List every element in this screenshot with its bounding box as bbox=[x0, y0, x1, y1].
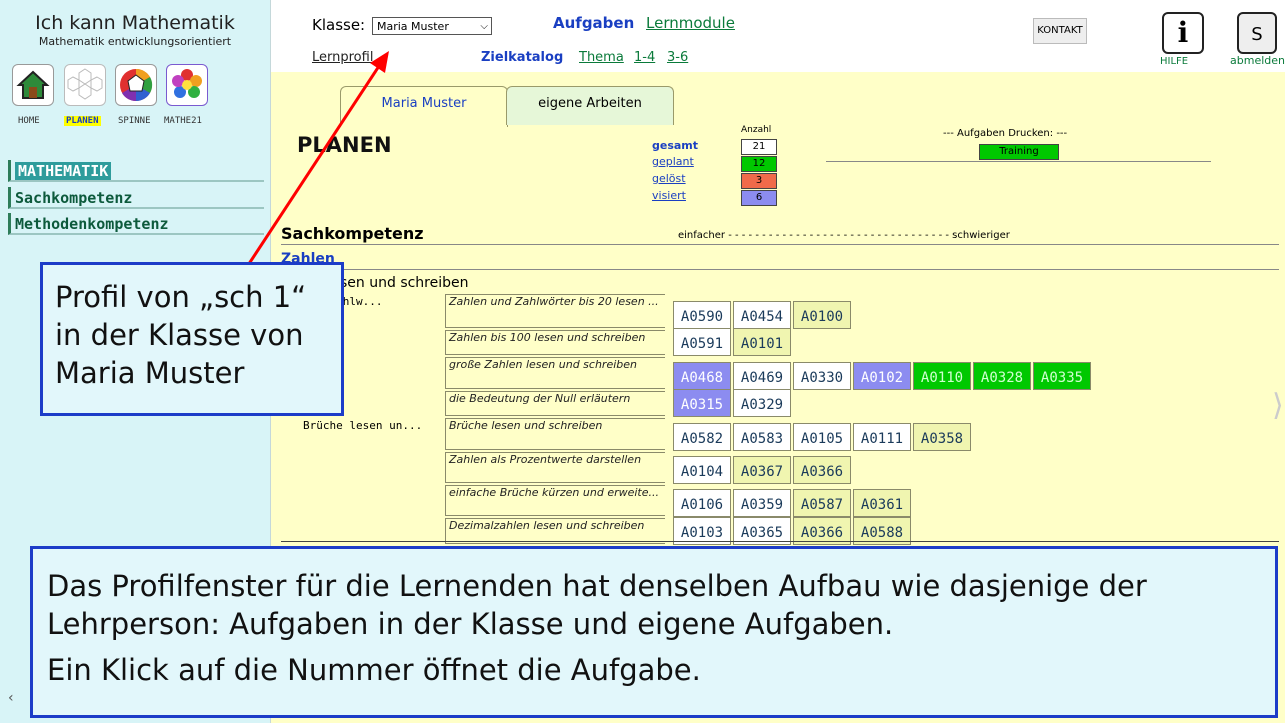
callout-profil: Profil von „sch 1“ in der Klasse von Mar… bbox=[40, 262, 344, 416]
callout-info: Das Profilfenster für die Lernenden hat … bbox=[30, 546, 1278, 718]
callout-info-line2: Ein Klick auf die Nummer öffnet die Aufg… bbox=[47, 653, 701, 687]
callout-info-line1: Das Profilfenster für die Lernenden hat … bbox=[47, 569, 1147, 641]
